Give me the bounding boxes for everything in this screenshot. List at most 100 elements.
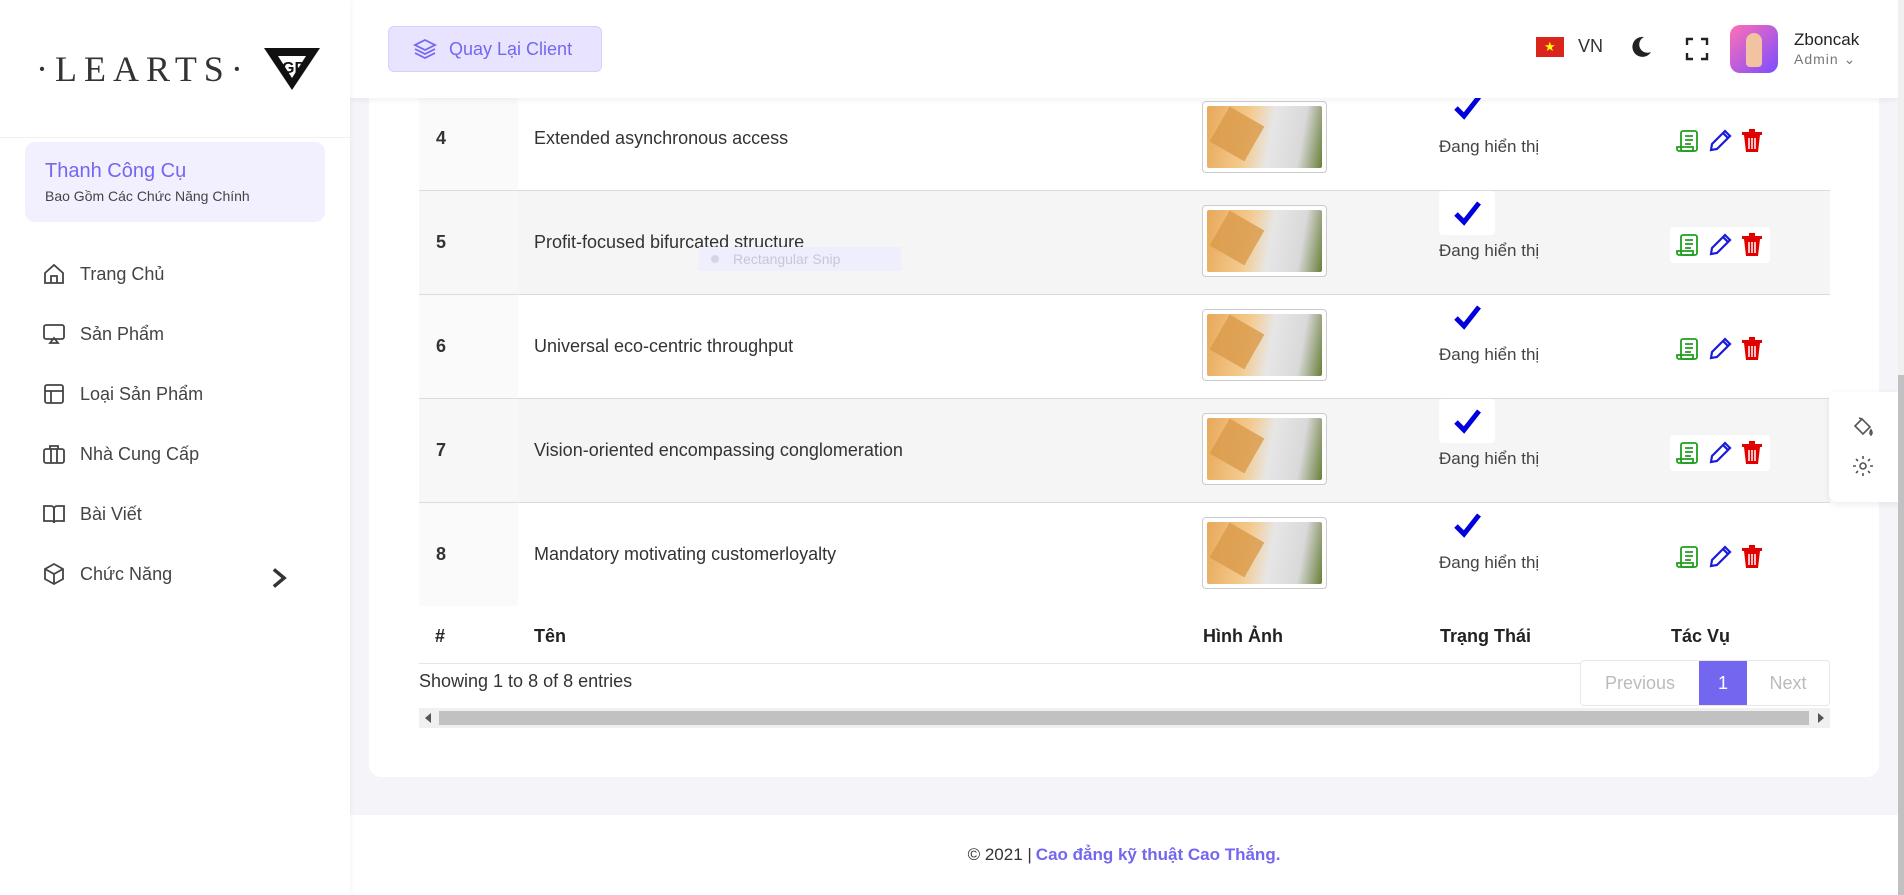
chevron-down-icon: ⌄ (1843, 51, 1857, 67)
toolbox-card: Thanh Công Cụ Bao Gồm Các Chức Năng Chín… (25, 142, 325, 222)
row-actions (1670, 227, 1770, 263)
row-name: Universal eco-centric throughput (534, 336, 794, 356)
monitor-icon (43, 324, 65, 344)
back-to-client-button[interactable]: Quay Lại Client (388, 26, 602, 72)
row-actions (1670, 331, 1770, 367)
row-name: Extended asynchronous access (534, 128, 789, 148)
paint-bucket-icon[interactable] (1851, 414, 1875, 438)
status-text: Đang hiển thị (1439, 553, 1540, 572)
book-open-icon (43, 505, 65, 524)
detail-scroll-icon[interactable] (1674, 335, 1702, 363)
column-header-number[interactable]: # (435, 626, 445, 647)
row-name: Profit-focused bifurcated structure (534, 232, 805, 252)
product-table: 4 Extended asynchronous access Đang hiển… (419, 85, 1830, 664)
status-text: Đang hiển thị (1439, 345, 1540, 364)
vietnam-flag-icon: ★ (1536, 36, 1564, 57)
pagination-previous[interactable]: Previous (1581, 661, 1699, 705)
checkmark-icon (1454, 201, 1481, 226)
delete-trash-icon[interactable] (1738, 231, 1766, 259)
edit-pencil-icon[interactable] (1706, 543, 1734, 571)
sidebar-item-san-pham[interactable]: Sản Phẩm (0, 304, 350, 364)
pagination-next[interactable]: Next (1747, 661, 1829, 705)
page-footer: © 2021 | Cao đẳng kỹ thuật Cao Thắng. (350, 815, 1898, 895)
horizontal-scrollbar[interactable] (419, 708, 1830, 728)
sidebar-item-label: Loại Sản Phẩm (80, 383, 204, 404)
edit-pencil-icon[interactable] (1706, 335, 1734, 363)
scroll-left-arrow-icon[interactable] (425, 713, 431, 723)
sidebar-item-nha-cung-cap[interactable]: Nhà Cung Cấp (0, 424, 350, 484)
product-thumbnail (1202, 517, 1327, 589)
status-toggle[interactable] (1439, 503, 1495, 547)
home-icon (44, 263, 64, 284)
edit-pencil-icon[interactable] (1706, 231, 1734, 259)
detail-scroll-icon[interactable] (1674, 543, 1702, 571)
delete-trash-icon[interactable] (1738, 127, 1766, 155)
column-header-name[interactable]: Tên (534, 626, 566, 647)
status-toggle[interactable] (1439, 399, 1495, 443)
language-label: VN (1578, 36, 1604, 56)
product-image (1207, 418, 1322, 480)
sidebar-item-trang-chu[interactable]: Trang Chủ (0, 244, 350, 304)
sidebar-item-loai-san-pham[interactable]: Loại Sản Phẩm (0, 364, 350, 424)
user-avatar[interactable] (1730, 25, 1778, 73)
product-image (1207, 106, 1322, 168)
dark-mode-moon-icon[interactable] (1628, 34, 1654, 60)
sidebar-item-bai-viet[interactable]: Bài Viết (0, 484, 350, 544)
detail-scroll-icon[interactable] (1674, 127, 1702, 155)
product-image (1207, 210, 1322, 272)
status-toggle[interactable] (1439, 295, 1495, 339)
edit-pencil-icon[interactable] (1706, 127, 1734, 155)
fullscreen-icon[interactable] (1684, 36, 1710, 62)
status-text: Đang hiển thị (1439, 137, 1540, 156)
scrollbar-thumb[interactable] (439, 711, 1809, 725)
table-row: 6 Universal eco-centric throughput Đang … (419, 295, 1830, 399)
detail-scroll-icon[interactable] (1674, 231, 1702, 259)
row-actions (1670, 435, 1770, 471)
top-navbar: Quay Lại Client ★ VN Zboncak Admin ⌄ (350, 0, 1898, 98)
page-scrollbar-thumb[interactable] (1898, 375, 1904, 895)
row-number: 5 (419, 191, 518, 294)
layers-icon (413, 38, 437, 60)
sidebar-item-label: Bài Viết (80, 503, 142, 524)
column-header-status[interactable]: Trạng Thái (1440, 626, 1531, 647)
column-header-actions[interactable]: Tác Vụ (1671, 626, 1730, 647)
table-footer-header: # Tên Hình Ảnh Trạng Thái Tác Vụ (419, 607, 1830, 664)
chevron-right-icon (272, 568, 287, 588)
sidebar-item-chuc-nang[interactable]: Chức Năng (0, 544, 350, 604)
sidebar-menu: Trang Chủ Sản Phẩm Loại Sản Phẩm Nhà Cun… (0, 244, 350, 604)
delete-trash-icon[interactable] (1738, 439, 1766, 467)
delete-trash-icon[interactable] (1738, 543, 1766, 571)
layout-icon (44, 384, 64, 404)
svg-text:GP: GP (282, 60, 305, 77)
checkmark-icon (1454, 305, 1481, 330)
row-number: 8 (419, 503, 518, 606)
table-row: 5 Profit-focused bifurcated structure Đa… (419, 191, 1830, 295)
user-role-dropdown[interactable]: Admin ⌄ (1794, 51, 1856, 68)
user-name[interactable]: Zboncak (1794, 30, 1859, 50)
detail-scroll-icon[interactable] (1674, 439, 1702, 467)
row-name: Vision-oriented encompassing conglomerat… (534, 440, 903, 460)
product-image (1207, 314, 1322, 376)
edit-pencil-icon[interactable] (1706, 439, 1734, 467)
status-toggle[interactable] (1439, 191, 1495, 235)
footer-copyright: © 2021 | (967, 845, 1032, 864)
pagination-page-1[interactable]: 1 (1699, 661, 1747, 705)
back-button-label: Quay Lại Client (449, 38, 573, 59)
page-scrollbar[interactable] (1898, 0, 1904, 895)
footer-link[interactable]: Cao đẳng kỹ thuật Cao Thắng. (1036, 845, 1281, 865)
delete-trash-icon[interactable] (1738, 335, 1766, 363)
briefcase-icon (43, 445, 65, 464)
row-actions (1670, 539, 1770, 575)
settings-gear-icon[interactable] (1851, 454, 1875, 478)
toolbox-title: Thanh Công Cụ (45, 160, 187, 182)
brand-logo[interactable]: ·LEARTS· GP (0, 0, 350, 138)
user-role-label: Admin (1794, 51, 1839, 67)
checkmark-icon (1454, 513, 1481, 538)
language-switcher[interactable]: ★ VN (1536, 36, 1603, 57)
scroll-right-arrow-icon[interactable] (1818, 713, 1824, 723)
row-number: 7 (419, 399, 518, 502)
checkmark-icon (1454, 409, 1481, 434)
row-actions (1670, 123, 1770, 159)
column-header-image[interactable]: Hình Ảnh (1203, 626, 1283, 647)
toolbox-subtitle: Bao Gồm Các Chức Năng Chính (45, 188, 250, 204)
